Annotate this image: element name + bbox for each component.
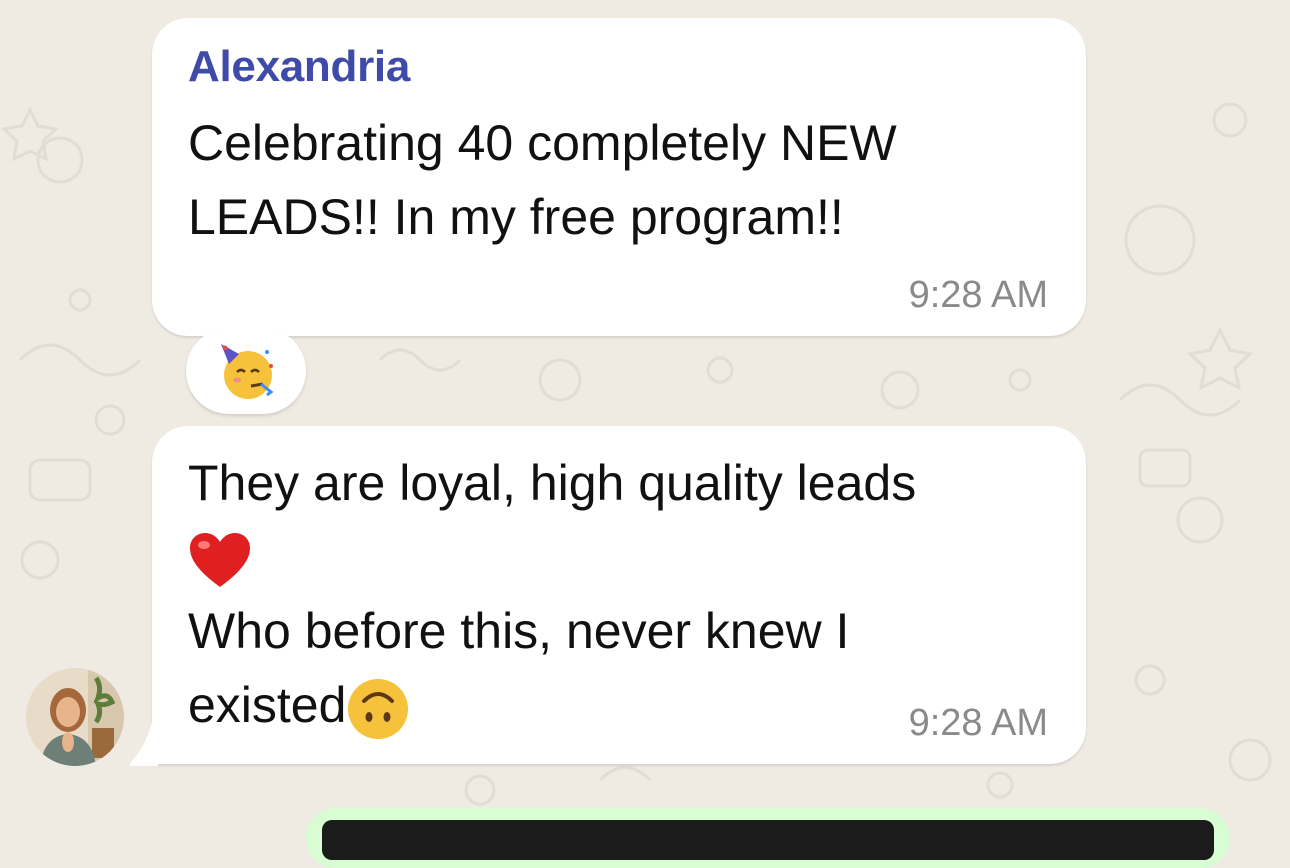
message-line-last: existed — [188, 668, 916, 742]
message-reaction[interactable] — [186, 328, 306, 414]
sender-avatar[interactable] — [26, 668, 124, 766]
message-timestamp: 9:28 AM — [908, 274, 1048, 316]
message-timestamp: 9:28 AM — [908, 702, 1048, 744]
red-heart-emoji-icon — [190, 532, 250, 587]
message-text: They are loyal, high quality leads Who b… — [188, 446, 916, 742]
message-bubble-1[interactable]: Alexandria Celebrating 40 completely NEW… — [152, 18, 1086, 336]
bubble-tail — [129, 722, 158, 766]
message-line: They are loyal, high quality leads — [188, 455, 917, 511]
avatar-photo — [26, 668, 124, 766]
message-line: Celebrating 40 completely NEW — [188, 115, 897, 171]
upside-down-face-emoji-icon — [348, 678, 409, 739]
media-preview — [322, 820, 1214, 860]
message-line: existed — [188, 677, 347, 733]
message-text: Celebrating 40 completely NEW LEADS!! In… — [188, 106, 897, 254]
partying-face-emoji-icon — [221, 344, 274, 399]
sender-name[interactable]: Alexandria — [188, 42, 410, 92]
next-message-bubble[interactable] — [306, 808, 1230, 868]
message-bubble-2[interactable]: They are loyal, high quality leads Who b… — [152, 426, 1086, 764]
message-line: LEADS!! In my free program!! — [188, 189, 844, 245]
message-line-heart — [188, 520, 916, 594]
message-line: Who before this, never knew I — [188, 603, 850, 659]
